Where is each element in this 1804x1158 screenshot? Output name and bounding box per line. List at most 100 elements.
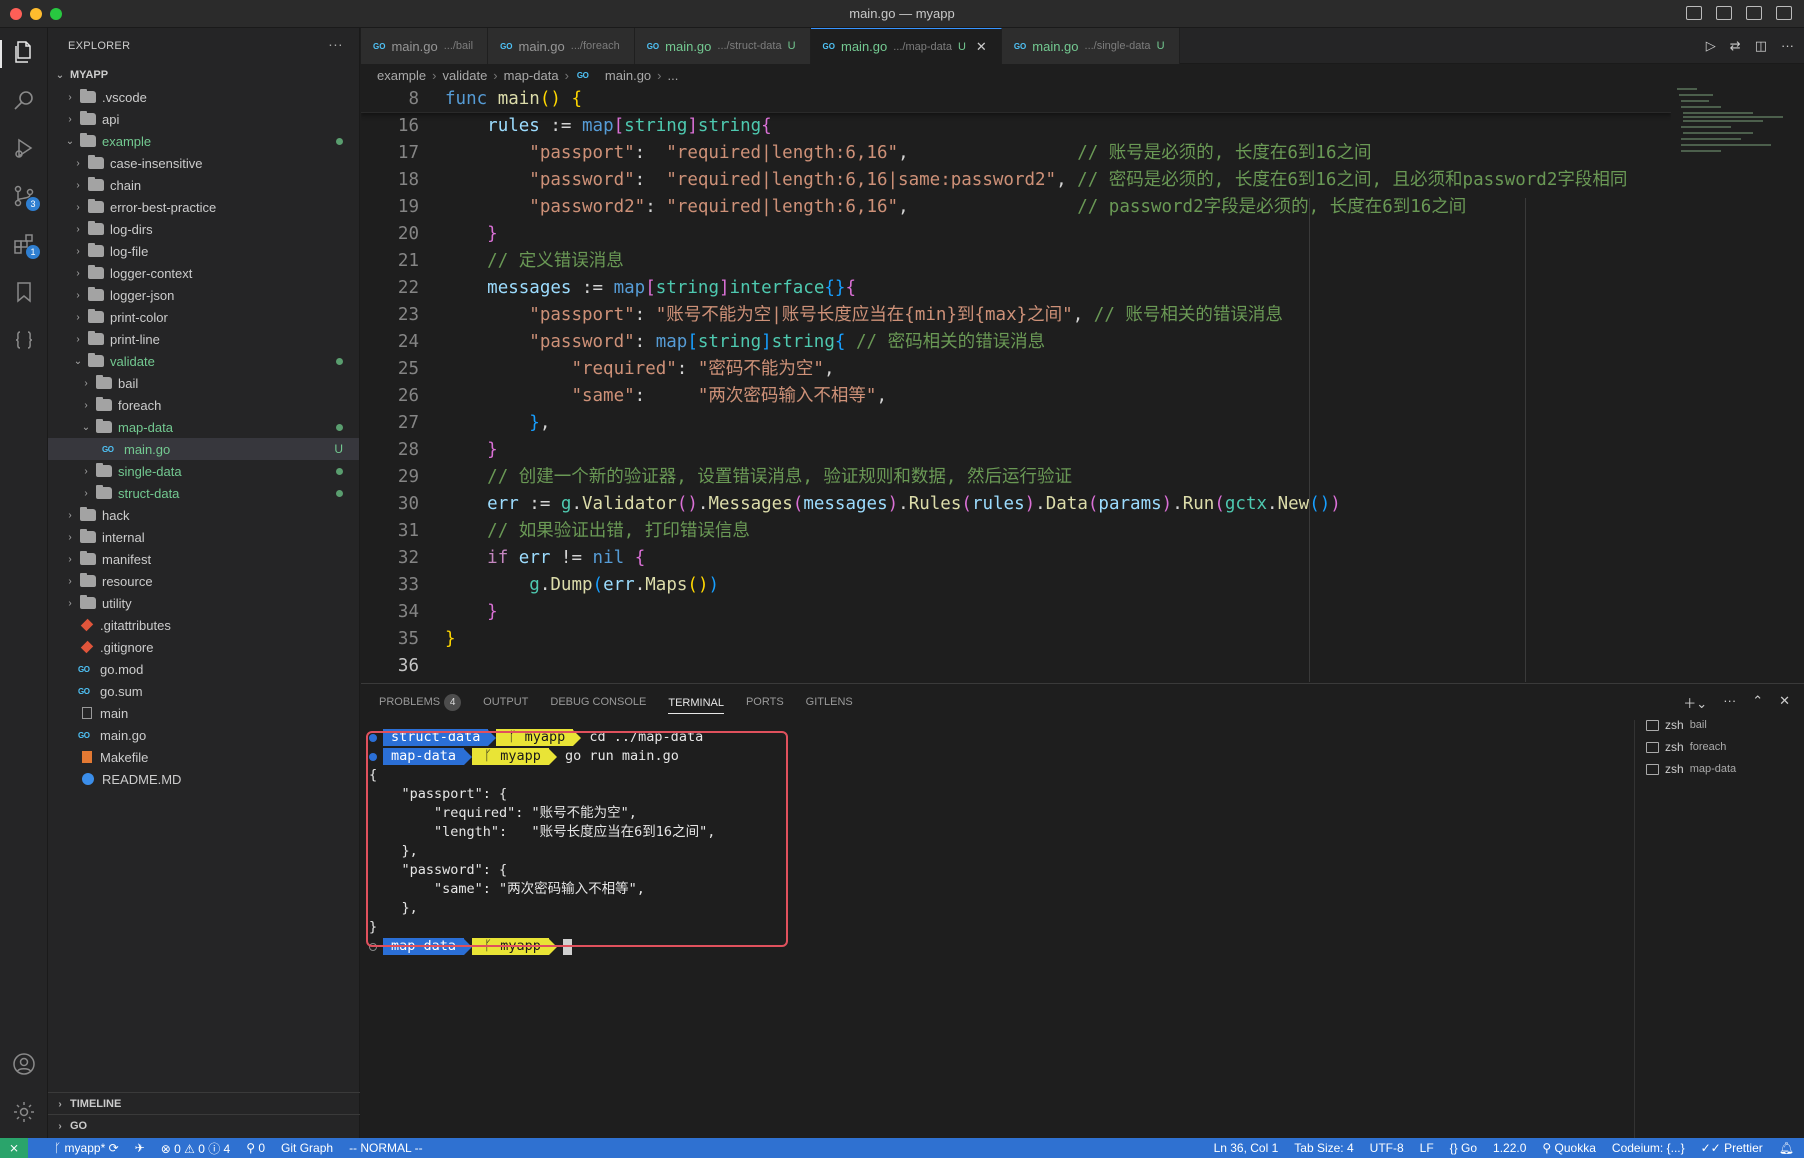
tree-item[interactable]: ⌄ map-data <box>48 416 359 438</box>
go-section[interactable]: › GO <box>48 1114 360 1137</box>
rocket-icon[interactable]: ✈ <box>135 1141 145 1155</box>
close-tab-icon[interactable]: ✕ <box>976 39 987 55</box>
editor-tab[interactable]: GO main.go .../struct-data U <box>634 28 811 64</box>
code-line[interactable]: 36 <box>361 653 1671 680</box>
tree-item[interactable]: › bail <box>48 372 359 394</box>
toggle-secondary-sidebar-icon[interactable] <box>1746 6 1762 20</box>
prettier-status[interactable]: ✓✓ Prettier <box>1701 1141 1763 1155</box>
source-control-icon[interactable]: 3 <box>12 184 40 211</box>
code-line[interactable]: 22 messages := map[string]interface{}{ <box>361 275 1671 302</box>
tree-item[interactable]: main <box>48 702 359 724</box>
code-line[interactable]: 29 // 创建一个新的验证器, 设置错误消息, 验证规则和数据, 然后运行验证 <box>361 464 1671 491</box>
tree-item[interactable]: › case-insensitive <box>48 152 359 174</box>
go-version[interactable]: 1.22.0 <box>1493 1141 1526 1155</box>
tree-item[interactable]: Makefile <box>48 746 359 768</box>
tree-item[interactable]: › logger-json <box>48 284 359 306</box>
terminal-list-item[interactable]: zsh bail <box>1636 714 1804 736</box>
editor-tab[interactable]: GO main.go .../foreach <box>488 28 635 64</box>
tab-terminal[interactable]: TERMINAL <box>668 697 724 714</box>
minimap[interactable] <box>1671 86 1804 682</box>
breadcrumb-item[interactable]: main.go <box>605 68 651 83</box>
tree-item[interactable]: › struct-data <box>48 482 359 504</box>
breadcrumb-item[interactable]: example <box>377 68 426 83</box>
tree-item[interactable]: GO main.go U <box>48 438 359 460</box>
code-line[interactable]: 31 // 如果验证出错, 打印错误信息 <box>361 518 1671 545</box>
timeline-section[interactable]: › TIMELINE <box>48 1092 360 1115</box>
compare-icon[interactable]: ⇄ <box>1730 38 1741 54</box>
search-icon[interactable] <box>12 88 36 112</box>
code-line[interactable]: 21 // 定义错误消息 <box>361 248 1671 275</box>
more-actions-icon[interactable]: ··· <box>1781 38 1794 54</box>
tree-item[interactable]: › chain <box>48 174 359 196</box>
code-line[interactable]: 27 }, <box>361 410 1671 437</box>
run-debug-icon[interactable] <box>12 136 36 160</box>
explorer-icon[interactable] <box>12 40 36 64</box>
run-icon[interactable]: ▷ <box>1706 38 1716 54</box>
tree-item[interactable]: › log-file <box>48 240 359 262</box>
code-line[interactable]: 28 } <box>361 437 1671 464</box>
code-line[interactable]: 35} <box>361 626 1671 653</box>
code-line[interactable]: 30 err := g.Validator().Messages(message… <box>361 491 1671 518</box>
tree-item[interactable]: › hack <box>48 504 359 526</box>
tab-debug-console[interactable]: DEBUG CONSOLE <box>550 696 646 708</box>
breadcrumb-item[interactable]: ... <box>668 68 679 83</box>
code-line[interactable]: 25 "required": "密码不能为空", <box>361 356 1671 383</box>
code-line[interactable]: 32 if err != nil { <box>361 545 1671 572</box>
tree-item[interactable]: ⌄ example <box>48 130 359 152</box>
eol[interactable]: LF <box>1420 1141 1434 1155</box>
tree-item[interactable]: › error-best-practice <box>48 196 359 218</box>
git-graph-button[interactable]: Git Graph <box>281 1141 333 1155</box>
code-line[interactable]: 18 "password": "required|length:6,16|sam… <box>361 167 1671 194</box>
tree-item[interactable]: .gitattributes <box>48 614 359 636</box>
language-mode[interactable]: {} Go <box>1450 1141 1477 1155</box>
tree-item[interactable]: › print-color <box>48 306 359 328</box>
more-actions-icon[interactable]: ··· <box>1723 693 1736 712</box>
notifications-icon[interactable]: 🔔︎ <box>1779 1141 1794 1155</box>
split-editor-icon[interactable]: ◫ <box>1755 38 1767 54</box>
tree-item[interactable]: › foreach <box>48 394 359 416</box>
customize-layout-icon[interactable] <box>1776 6 1792 20</box>
tree-item[interactable]: › single-data <box>48 460 359 482</box>
tree-item[interactable]: › .vscode <box>48 86 359 108</box>
code-line[interactable]: 19 "password2": "required|length:6,16", … <box>361 194 1671 221</box>
tree-item[interactable]: › log-dirs <box>48 218 359 240</box>
tree-item[interactable]: › print-line <box>48 328 359 350</box>
tree-item[interactable]: GO go.sum <box>48 680 359 702</box>
code-editor[interactable]: 8 func main() { 16 rules := map[string]s… <box>361 86 1671 682</box>
tree-item[interactable]: › internal <box>48 526 359 548</box>
panel-divider[interactable] <box>1634 720 1635 1139</box>
code-line[interactable]: 24 "password": map[string]string{ // 密码相… <box>361 329 1671 356</box>
sticky-scroll-line[interactable]: 8 func main() { <box>361 86 1671 113</box>
extensions-icon[interactable]: 1 <box>12 232 40 259</box>
tree-item[interactable]: › logger-context <box>48 262 359 284</box>
new-terminal-icon[interactable]: ＋⌄ <box>1683 693 1707 712</box>
breadcrumb-item[interactable]: validate <box>442 68 487 83</box>
tab-output[interactable]: OUTPUT <box>483 696 528 708</box>
bookmark-icon[interactable] <box>12 280 36 304</box>
tree-item[interactable]: › utility <box>48 592 359 614</box>
code-line[interactable]: 20 } <box>361 221 1671 248</box>
breadcrumb-item[interactable]: map-data <box>504 68 559 83</box>
editor-tab[interactable]: GO main.go .../bail <box>361 28 489 64</box>
code-line[interactable]: 34 } <box>361 599 1671 626</box>
tab-gitlens[interactable]: GITLENS <box>806 696 853 708</box>
tree-item[interactable]: › resource <box>48 570 359 592</box>
json-braces-icon[interactable] <box>12 328 36 352</box>
cursor-position[interactable]: Ln 36, Col 1 <box>1214 1141 1279 1155</box>
editor-tab[interactable]: GO main.go .../single-data U <box>1001 28 1180 64</box>
code-line[interactable]: 26 "same": "两次密码输入不相等", <box>361 383 1671 410</box>
tree-item[interactable]: › api <box>48 108 359 130</box>
encoding[interactable]: UTF-8 <box>1370 1141 1404 1155</box>
tree-item[interactable]: GO go.mod <box>48 658 359 680</box>
remote-icon[interactable]: ⨯ <box>0 1138 28 1158</box>
toggle-primary-sidebar-icon[interactable] <box>1686 6 1702 20</box>
project-section-header[interactable]: ⌄ MYAPP <box>48 64 359 86</box>
code-line[interactable]: 33 g.Dump(err.Maps()) <box>361 572 1671 599</box>
codeium-status[interactable]: Codeium: {...} <box>1612 1141 1685 1155</box>
quokka-status[interactable]: ⚲ Quokka <box>1542 1141 1595 1155</box>
tree-item[interactable]: GO main.go <box>48 724 359 746</box>
editor-tab[interactable]: GO main.go .../map-data U ✕ <box>810 28 1002 64</box>
ports-status[interactable]: ⚲ 0 <box>246 1141 265 1155</box>
maximize-panel-icon[interactable]: ⌃ <box>1752 693 1763 712</box>
settings-gear-icon[interactable] <box>12 1100 36 1124</box>
